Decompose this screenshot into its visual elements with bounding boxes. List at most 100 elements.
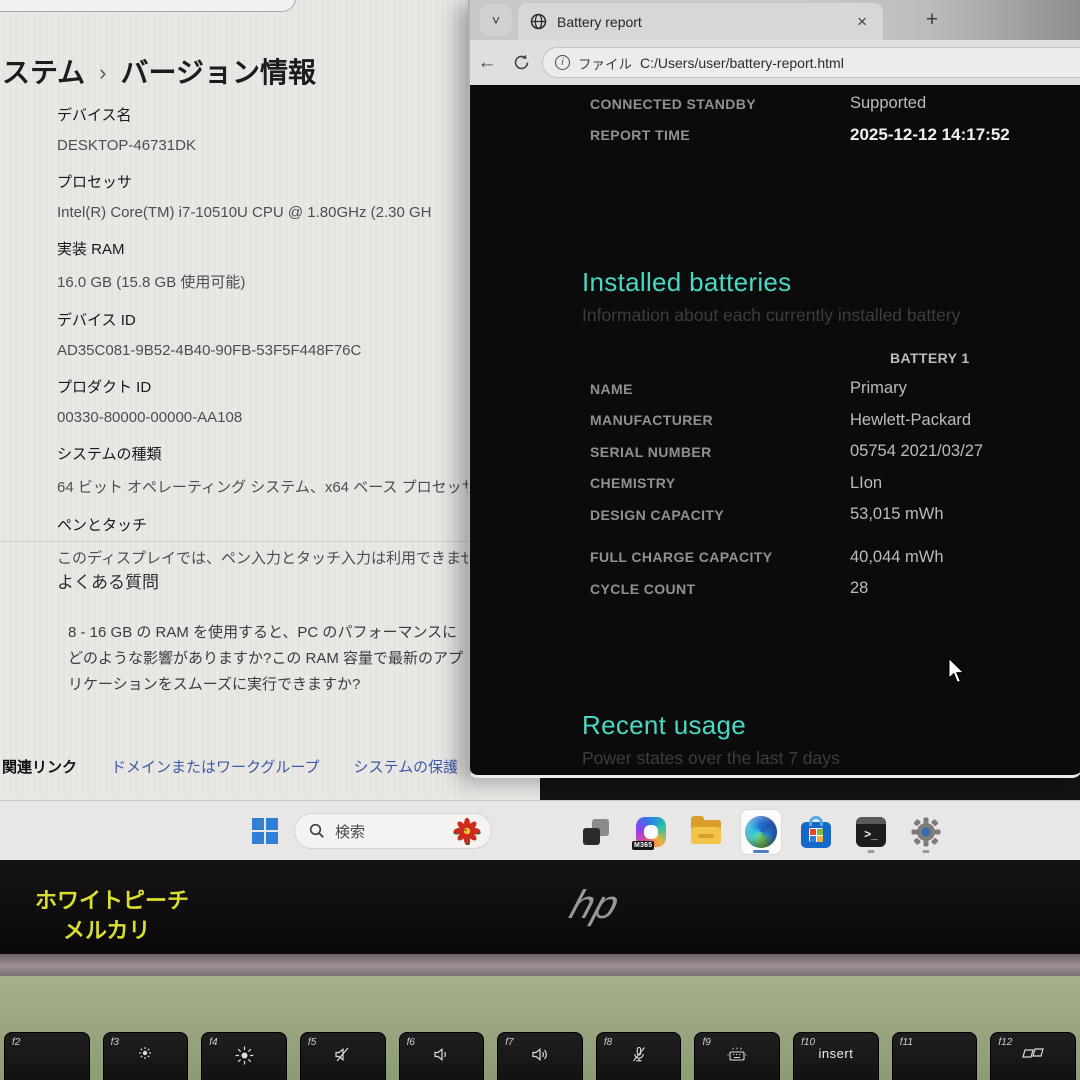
function-key-row: f2 f3 f4 f5 f6 f7 f8 f9 f10 insert f11 f… [4,1032,1076,1080]
table-row: NAME Primary [590,373,1072,405]
device-specs-list: デバイス名 DESKTOP-46731DK プロセッサ Intel(R) Cor… [57,104,465,585]
spec-processor: プロセッサ Intel(R) Core(TM) i7-10510U CPU @ … [57,171,465,221]
speaker-mute-icon [301,1046,385,1063]
tab-title: Battery report [557,14,843,30]
key-f2[interactable]: f2 [4,1032,90,1080]
laptop-photo: システム›バージョン情報 デバイス名 DESKTOP-46731DK プロセッサ… [0,0,1080,1080]
active-app-indicator [753,850,769,853]
related-links-row: 関連リンク ドメインまたはワークグループ システムの保護 [2,756,458,777]
back-button[interactable]: ← [470,52,504,74]
terminal-button[interactable]: >_ [851,810,891,854]
key-f12-share[interactable]: f12 [990,1032,1076,1080]
faq-heading: よくある質問 [57,568,159,593]
task-view-button[interactable] [576,810,616,854]
spec-system-type: システムの種類 64 ビット オペレーティング システム、x64 ベース プロセ… [57,443,465,497]
section-heading: Recent usage [582,710,840,741]
related-links-heading: 関連リンク [2,756,77,777]
m365-copilot-icon: M365 [636,817,666,847]
laptop-bezel: ホワイトピーチ メルカリ hp [0,860,1080,954]
microsoft-store-icon [801,822,831,848]
battery1-column-header: BATTERY 1 [890,350,970,366]
seller-watermark: ホワイトピーチ メルカリ [35,886,189,946]
report-top-table: CONNECTED STANDBY Supported REPORT TIME … [590,88,1072,150]
recent-usage-section: Recent usage Power states over the last … [582,710,840,769]
search-label: 検索 [335,821,443,842]
breadcrumb-separator: › [85,60,120,85]
key-f9[interactable]: f9 [694,1032,780,1080]
windows-logo-icon [252,818,264,830]
hp-logo: hp [529,870,662,940]
address-bar[interactable]: i ファイル C:/Users/user/battery-report.html [542,47,1080,78]
link-system-protection[interactable]: システムの保護 [354,756,459,777]
laptop-screen: システム›バージョン情報 デバイス名 DESKTOP-46731DK プロセッサ… [0,0,1080,860]
file-explorer-button[interactable] [686,810,726,854]
table-row: FULL CHARGE CAPACITY 40,044 mWh [590,542,1072,574]
back-arrow-icon: ← [478,52,497,74]
screen-share-icon [991,1046,1075,1061]
volume-up-icon [498,1046,582,1063]
m365-badge: M365 [632,841,654,850]
address-url[interactable]: C:/Users/user/battery-report.html [640,55,844,71]
table-row: CONNECTED STANDBY Supported [590,88,1072,119]
table-row: MANUFACTURER Hewlett-Packard [590,405,1072,437]
key-f3[interactable]: f3 [103,1032,189,1080]
section-heading: Installed batteries [582,267,960,298]
info-icon[interactable]: i [555,55,570,70]
key-f11-airplane[interactable]: f11 [892,1032,978,1080]
faq-question[interactable]: 8 - 16 GB の RAM を使用すると、PC のパフォーマンスにどのような… [68,620,468,698]
battery-table: NAME Primary MANUFACTURER Hewlett-Packar… [590,373,1072,605]
mouse-cursor [946,658,968,684]
chevron-down-icon: ˅ [492,12,500,28]
key-f4[interactable]: f4 [201,1032,287,1080]
laptop-keyboard-deck: f2 f3 f4 f5 f6 f7 f8 f9 f10 insert f11 f… [0,976,1080,1080]
breadcrumb: システム›バージョン情報 [0,51,316,91]
settings-button[interactable] [906,810,946,854]
new-tab-button[interactable]: + [918,6,946,34]
search-icon [309,823,325,839]
gear-icon [910,816,942,848]
refresh-button[interactable] [504,54,538,71]
tab-battery-report[interactable]: Battery report × [518,3,883,40]
running-app-indicator [868,850,875,853]
breadcrumb-system[interactable]: システム [0,57,85,88]
watermark-line2: メルカリ [63,916,189,946]
link-domain-workgroup[interactable]: ドメインまたはワークグループ [111,756,320,777]
task-view-icon [583,819,609,845]
key-f8[interactable]: f8 [596,1032,682,1080]
taskbar-icon-row: M365 >_ [576,809,946,855]
close-icon[interactable]: × [853,12,871,32]
taskbar-search-box[interactable]: 検索 [294,813,492,849]
settings-window: システム›バージョン情報 デバイス名 DESKTOP-46731DK プロセッサ… [0,0,468,796]
keyboard-backlight-icon [695,1046,779,1061]
microsoft-store-button[interactable] [796,810,836,854]
key-f5[interactable]: f5 [300,1032,386,1080]
table-row: DESIGN CAPACITY 53,015 mWh [590,499,1072,531]
file-explorer-icon [691,820,721,844]
running-app-indicator [923,850,930,853]
section-subtitle: Information about each currently install… [582,305,960,326]
key-f10-insert[interactable]: f10 insert [793,1032,879,1080]
insert-key-label: insert [819,1046,854,1061]
installed-batteries-section: Installed batteries Information about ea… [582,267,960,326]
m365-copilot-button[interactable]: M365 [631,810,671,854]
spec-device-name: デバイス名 DESKTOP-46731DK [57,104,465,154]
page-title: バージョン情報 [121,57,316,88]
tab-search-button[interactable]: ˅ [480,4,512,36]
table-row: SERIAL NUMBER 05754 2021/03/27 [590,436,1072,468]
tab-strip: ˅ Battery report × + [470,0,1080,40]
spec-ram: 実装 RAM 16.0 GB (15.8 GB 使用可能) [57,238,465,292]
settings-search-box[interactable] [0,0,296,12]
section-divider [0,541,468,542]
edge-icon [745,816,777,848]
table-row: CYCLE COUNT 28 [590,573,1072,605]
edge-button[interactable] [741,810,781,854]
watermark-line1: ホワイトピーチ [35,886,189,916]
brightness-low-icon [104,1046,188,1060]
plus-icon: + [926,8,938,32]
globe-icon [530,13,547,30]
start-button[interactable] [252,818,278,844]
spec-product-id: プロダクト ID 00330-80000-00000-AA108 [57,376,465,426]
key-f6[interactable]: f6 [399,1032,485,1080]
address-scheme-label: ファイル [578,53,632,73]
key-f7[interactable]: f7 [497,1032,583,1080]
